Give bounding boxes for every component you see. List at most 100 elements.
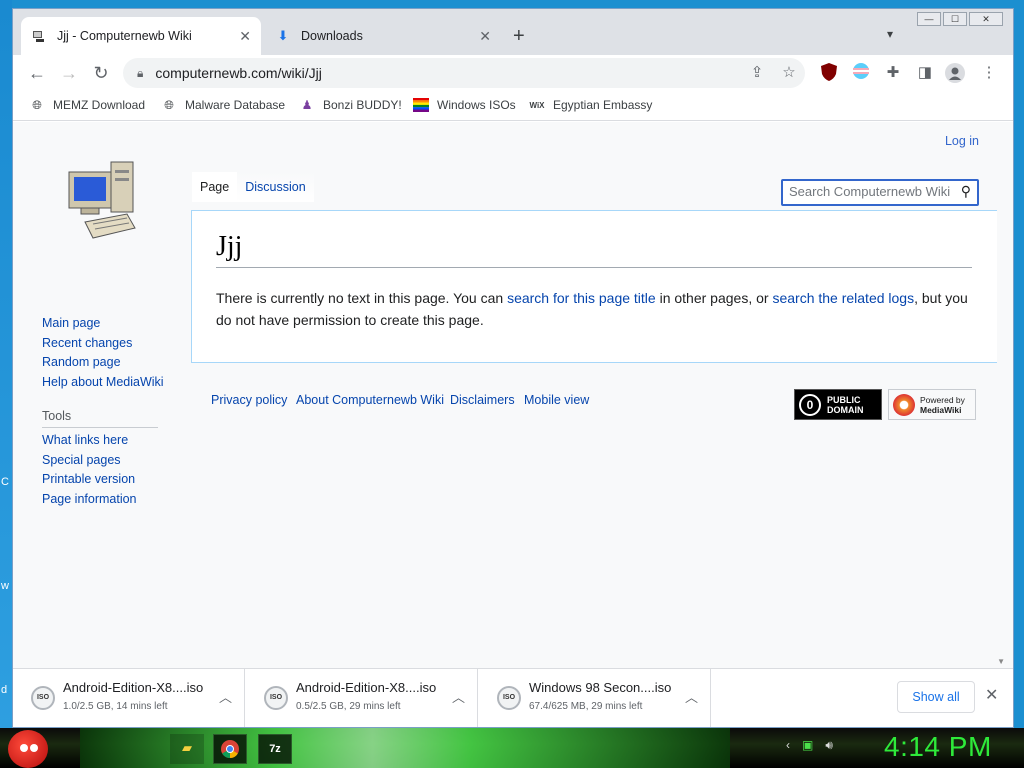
page-body: There is currently no text in this page.… — [216, 287, 978, 331]
rainbow-flag-icon — [413, 97, 429, 113]
close-window-button[interactable]: ✕ — [969, 12, 1003, 26]
iso-file-icon: ISO — [497, 686, 521, 710]
bird-eye — [20, 744, 28, 752]
bookmark-malware-database[interactable]: 🌐︎ Malware Database — [161, 97, 285, 113]
7zip-taskbar-icon[interactable]: 7z — [258, 734, 292, 764]
tab-wiki[interactable]: Jjj - Computernewb Wiki ✕ — [21, 17, 261, 55]
reload-icon[interactable]: ↻ — [89, 61, 113, 85]
start-button-angry-bird-icon[interactable] — [8, 730, 48, 768]
volume-icon[interactable]: 🔊︎ — [825, 738, 833, 753]
forward-arrow-icon[interactable]: → — [57, 61, 81, 85]
tab-title: Downloads — [301, 29, 363, 43]
show-all-downloads-button[interactable]: Show all — [897, 681, 975, 713]
bookmark-star-icon[interactable]: ☆ — [779, 63, 799, 83]
footer-privacy-policy[interactable]: Privacy policy — [211, 393, 287, 407]
share-icon[interactable]: ⇪ — [747, 63, 767, 83]
badge-text: PUBLIC — [827, 394, 861, 405]
profile-avatar-icon[interactable] — [945, 63, 965, 83]
url-text: computernewb.com/wiki/Jjj — [155, 65, 322, 81]
chevron-up-icon[interactable]: ︿ — [219, 687, 232, 706]
bird-eye — [30, 744, 38, 752]
tool-what-links-here[interactable]: What links here — [42, 433, 137, 453]
footer-about[interactable]: About Computernewb Wiki — [296, 393, 444, 407]
scroll-down-arrow-icon[interactable]: ▼ — [997, 657, 1005, 666]
tab-search-chevron-icon[interactable]: ▾ — [887, 27, 893, 41]
chevron-up-icon[interactable]: ︿ — [685, 687, 698, 706]
bookmark-egyptian-embassy[interactable]: WiX Egyptian Embassy — [529, 97, 652, 113]
bookmark-bonzi-buddy[interactable]: ♟ Bonzi BUDDY! — [299, 97, 402, 113]
nav-random-page[interactable]: Random page — [42, 355, 164, 375]
tools-navigation: What links here Special pages Printable … — [42, 433, 137, 511]
tab-close-icon[interactable]: ✕ — [239, 28, 251, 45]
iso-file-icon: ISO — [31, 686, 55, 710]
download-item[interactable]: ISO Android-Edition-X8....iso 0.5/2.5 GB… — [246, 669, 478, 727]
content-area: Jjj There is currently no text in this p… — [191, 210, 997, 363]
nav-main-page[interactable]: Main page — [42, 316, 164, 336]
desktop-icon-fragment[interactable]: w — [1, 580, 9, 592]
powered-by-mediawiki-badge[interactable]: Powered by MediaWiki — [888, 389, 976, 420]
nav-help[interactable]: Help about MediaWiki — [42, 375, 164, 395]
close-download-bar-icon[interactable]: ✕ — [985, 685, 998, 705]
footer-mobile-view[interactable]: Mobile view — [524, 393, 589, 407]
taskbar: ▰ 7z ‹ ▣ 🔊︎ 4:14 PM — [0, 728, 1024, 768]
trans-flag-extension-icon[interactable] — [851, 63, 871, 83]
main-navigation: Main page Recent changes Random page Hel… — [42, 316, 164, 394]
menu-kebab-icon[interactable]: ⋮ — [979, 63, 999, 83]
lock-icon[interactable]: 🔒︎ — [137, 66, 143, 81]
bonzi-icon: ♟ — [301, 98, 313, 112]
file-explorer-folder-icon[interactable]: ▰ — [170, 734, 204, 764]
page-tabs: Page Discussion — [192, 172, 314, 202]
download-item[interactable]: ISO Android-Edition-X8....iso 1.0/2.5 GB… — [13, 669, 245, 727]
tool-page-information[interactable]: Page information — [42, 492, 137, 512]
browser-toolbar: ← → ↻ 🔒︎ computernewb.com/wiki/Jjj ⇪ ☆ ✚… — [13, 55, 1013, 91]
bookmark-memz[interactable]: 🌐︎ MEMZ Download — [29, 97, 145, 113]
search-logs-link[interactable]: search the related logs — [772, 290, 914, 306]
download-item[interactable]: ISO Windows 98 Secon....iso 67.4/625 MB,… — [479, 669, 711, 727]
page-title: Jjj — [216, 231, 972, 268]
download-filename: Android-Edition-X8....iso — [63, 680, 204, 695]
taskbar-clock[interactable]: 4:14 PM — [884, 731, 992, 763]
tab-strip: Jjj - Computernewb Wiki ✕ ⬇ Downloads ✕ … — [13, 9, 1013, 55]
browser-window: Jjj - Computernewb Wiki ✕ ⬇ Downloads ✕ … — [12, 8, 1014, 728]
tab-page[interactable]: Page — [192, 172, 238, 202]
bookmark-windows-isos[interactable]: Windows ISOs — [413, 97, 516, 113]
tool-printable-version[interactable]: Printable version — [42, 472, 137, 492]
tab-downloads[interactable]: ⬇ Downloads ✕ — [265, 17, 501, 55]
ublock-icon[interactable] — [819, 63, 839, 83]
search-placeholder: Search Computernewb Wiki — [789, 184, 951, 199]
wix-icon: WiX — [529, 100, 545, 110]
tool-special-pages[interactable]: Special pages — [42, 453, 137, 473]
tab-discussion[interactable]: Discussion — [237, 172, 314, 202]
bookmark-label: Egyptian Embassy — [553, 98, 653, 112]
back-arrow-icon[interactable]: ← — [25, 61, 49, 85]
globe-icon: 🌐︎ — [32, 97, 42, 112]
search-icon[interactable]: ⚲ — [961, 183, 971, 200]
side-panel-icon[interactable]: ◨ — [915, 63, 935, 83]
wiki-search-input[interactable]: Search Computernewb Wiki ⚲ — [781, 179, 979, 206]
wiki-logo[interactable] — [63, 158, 143, 248]
address-bar[interactable]: 🔒︎ computernewb.com/wiki/Jjj — [123, 58, 805, 88]
public-domain-badge[interactable]: 0 PUBLIC DOMAIN — [794, 389, 882, 420]
login-link[interactable]: Log in — [945, 134, 979, 148]
globe-icon: 🌐︎ — [164, 97, 174, 112]
desktop-icon-fragment[interactable]: d — [1, 684, 7, 696]
tray-chevron-icon[interactable]: ‹ — [786, 738, 790, 753]
minimize-button[interactable]: — — [917, 12, 941, 26]
chevron-up-icon[interactable]: ︿ — [452, 687, 465, 706]
bookmarks-bar: 🌐︎ MEMZ Download 🌐︎ Malware Database ♟ B… — [13, 91, 1013, 121]
new-tab-icon[interactable]: + — [513, 25, 525, 48]
tab-title: Jjj - Computernewb Wiki — [57, 29, 192, 43]
footer-disclaimers[interactable]: Disclaimers — [450, 393, 515, 407]
badge-text: MediaWiki — [920, 404, 962, 415]
search-title-link[interactable]: search for this page title — [507, 290, 656, 306]
extensions-puzzle-icon[interactable]: ✚ — [883, 63, 903, 83]
download-icon: ⬇ — [277, 28, 289, 43]
desktop-icon-fragment[interactable]: C — [1, 476, 9, 488]
body-text: in other pages, or — [655, 290, 773, 306]
network-icon[interactable]: ▣ — [802, 738, 813, 753]
tab-close-icon[interactable]: ✕ — [479, 28, 491, 45]
maximize-button[interactable]: ☐ — [943, 12, 967, 26]
nav-recent-changes[interactable]: Recent changes — [42, 336, 164, 356]
badge-text: Powered by — [920, 394, 965, 405]
chrome-taskbar-icon[interactable] — [213, 734, 247, 764]
